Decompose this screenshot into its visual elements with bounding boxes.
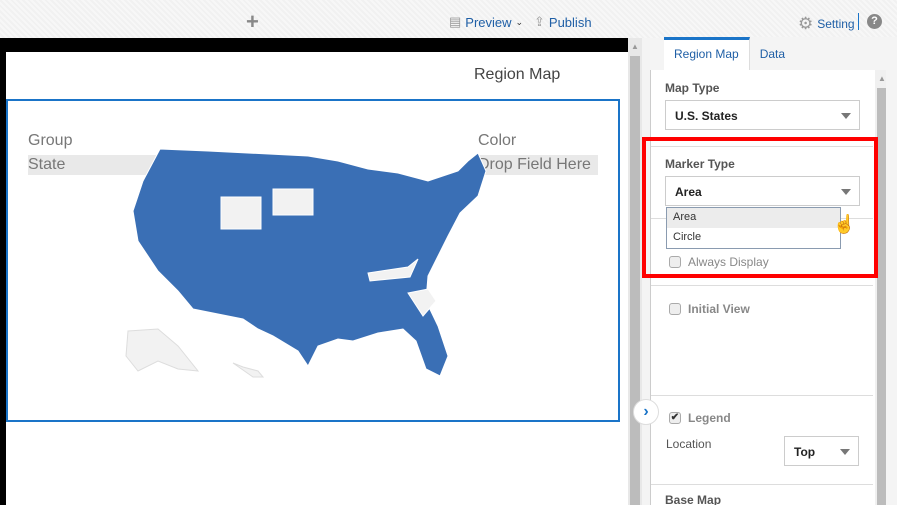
location-label: Location <box>666 437 712 451</box>
scroll-up-icon[interactable]: ▲ <box>878 74 886 83</box>
panel-scrollbar[interactable]: ▲ <box>875 70 886 505</box>
tab-region-map[interactable]: Region Map <box>664 37 750 70</box>
toolbar: + ▤ Preview ⌄ ⇪ Publish ⚙ Setting ? <box>0 0 897 38</box>
state-south-dakota <box>272 188 314 216</box>
initial-view-label: Initial View <box>688 302 750 316</box>
map-type-value: U.S. States <box>675 109 738 123</box>
state-alaska <box>125 328 200 372</box>
us-map <box>125 148 487 378</box>
divider <box>651 484 873 485</box>
state-wyoming <box>220 196 262 230</box>
map-type-select[interactable]: U.S. States <box>665 100 860 130</box>
tab-data[interactable]: Data <box>750 37 795 70</box>
preview-label: Preview <box>465 14 512 30</box>
preview-icon: ▤ <box>449 14 462 29</box>
hand-cursor-icon: ☝ <box>833 214 856 234</box>
divider <box>858 13 859 30</box>
plus-icon[interactable]: + <box>246 9 259 35</box>
chart-title: Region Map <box>474 66 561 83</box>
base-map-label: Base Map <box>665 493 722 505</box>
canvas-area: Region Map Group State Color Drop Field … <box>0 38 642 505</box>
canvas-scrollbar[interactable]: ▲ <box>628 38 642 505</box>
help-icon[interactable]: ? <box>867 14 882 29</box>
publish-button[interactable]: ⇪ Publish <box>534 14 592 30</box>
setting-button[interactable]: ⚙ Setting <box>798 14 855 34</box>
chevron-down-icon: ⌄ <box>515 16 524 27</box>
scroll-up-icon[interactable]: ▲ <box>631 42 639 51</box>
report-canvas: Region Map Group State Color Drop Field … <box>6 52 628 505</box>
share-icon: ⇪ <box>534 14 545 29</box>
checkbox-icon[interactable] <box>669 303 681 315</box>
continental-us <box>132 148 487 377</box>
check-icon[interactable]: ✔ <box>669 412 681 424</box>
legend-label: Legend <box>688 411 731 425</box>
preview-button[interactable]: ▤ Preview ⌄ <box>449 14 523 30</box>
map-type-label: Map Type <box>665 81 720 95</box>
publish-label: Publish <box>548 14 592 30</box>
divider <box>651 395 873 396</box>
location-select[interactable]: Top <box>784 436 859 466</box>
divider <box>651 285 873 286</box>
highlight-box <box>642 137 878 278</box>
gear-icon: ⚙ <box>798 14 814 33</box>
initial-view-checkbox[interactable]: Initial View <box>669 302 750 316</box>
scroll-thumb[interactable] <box>877 88 886 505</box>
region-map-view[interactable]: Group State Color Drop Field Here <box>6 99 620 422</box>
state-hawaii <box>232 362 265 378</box>
dropdown-arrow-icon <box>840 449 850 455</box>
scroll-thumb[interactable] <box>630 56 640 505</box>
expand-panel-button[interactable]: › <box>633 399 659 425</box>
location-value: Top <box>794 445 816 459</box>
panel-content: Map Type U.S. States Marker Type Area Al… <box>650 70 886 505</box>
setting-label: Setting <box>817 17 855 31</box>
legend-checkbox[interactable]: ✔ Legend <box>669 411 731 425</box>
dropdown-arrow-icon <box>841 113 851 119</box>
chevron-right-icon: › <box>643 403 649 420</box>
